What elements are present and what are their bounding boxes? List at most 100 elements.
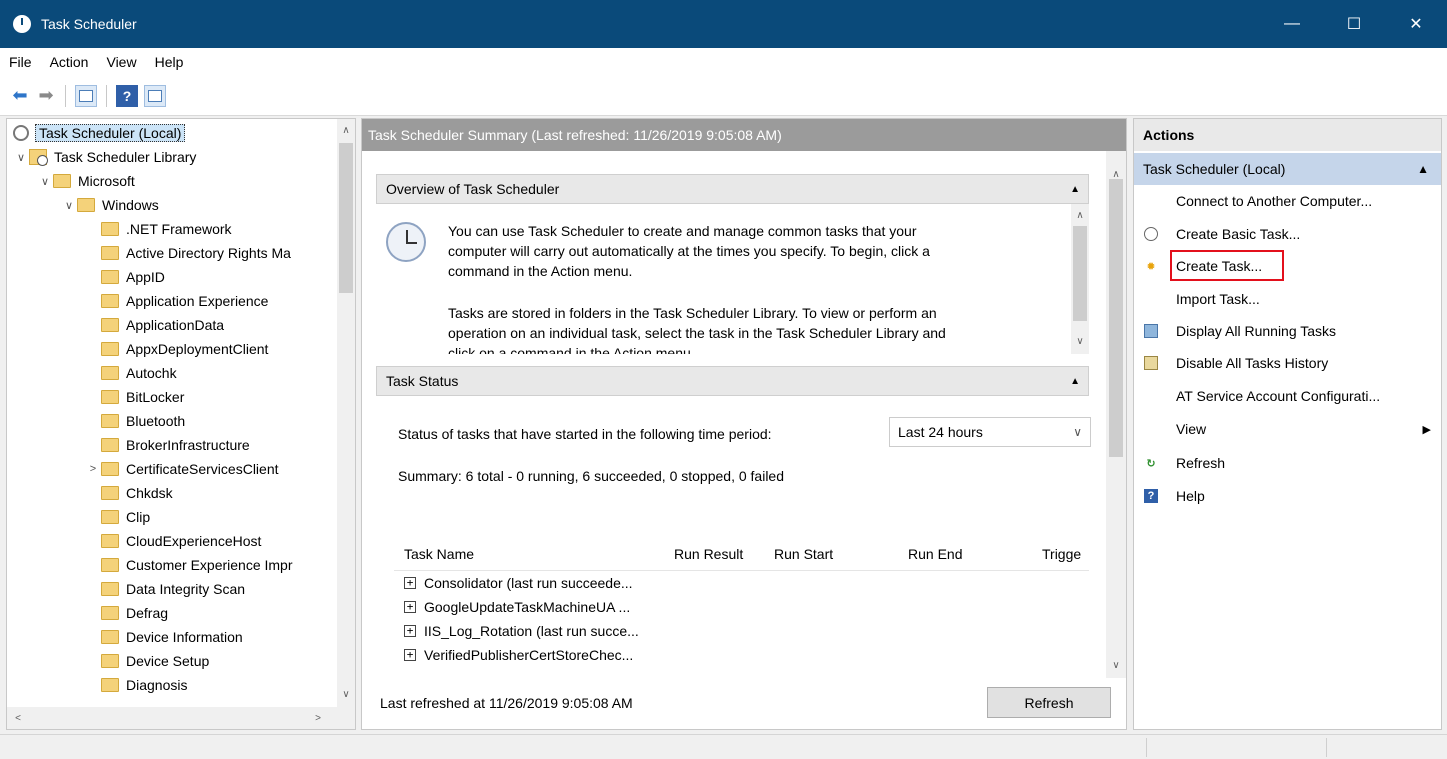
table-row[interactable]: + Consolidator (last run succeede... <box>404 571 633 595</box>
tree-vertical-scrollbar[interactable]: ∧ ∨ <box>337 119 355 707</box>
scroll-thumb[interactable] <box>1109 179 1123 457</box>
tree-item-label: AppxDeploymentClient <box>126 341 269 357</box>
tree-item[interactable]: Clip <box>7 505 337 529</box>
menu-file[interactable]: File <box>0 54 41 70</box>
minimize-button[interactable]: — <box>1261 0 1323 48</box>
scroll-left-arrow-icon[interactable]: < <box>9 709 27 727</box>
table-row[interactable]: + IIS_Log_Rotation (last run succe... <box>404 619 639 643</box>
collapse-arrow-icon[interactable]: ▲ <box>1070 376 1080 387</box>
expand-plus-icon[interactable]: + <box>404 625 416 637</box>
scroll-down-arrow-icon[interactable]: ∨ <box>337 685 355 703</box>
tree-item-label: ApplicationData <box>126 317 225 333</box>
tree-item[interactable]: Task Scheduler (Local) <box>7 121 337 145</box>
expand-plus-icon[interactable]: + <box>404 577 416 589</box>
tree-item[interactable]: Customer Experience Impr <box>7 553 337 577</box>
action-view[interactable]: View ▶ <box>1134 413 1441 445</box>
refresh-button[interactable]: Refresh <box>987 687 1111 718</box>
action-disable-tasks-history[interactable]: Disable All Tasks History <box>1134 347 1441 379</box>
column-run-result[interactable]: Run Result <box>674 546 743 562</box>
tree-item-label: BrokerInfrastructure <box>126 437 250 453</box>
menu-help[interactable]: Help <box>146 54 193 70</box>
tree-item[interactable]: BrokerInfrastructure <box>7 433 337 457</box>
column-trigger[interactable]: Trigge <box>1042 546 1081 562</box>
tree-item[interactable]: Device Information <box>7 625 337 649</box>
column-run-end[interactable]: Run End <box>908 546 962 562</box>
tree-item[interactable]: Data Integrity Scan <box>7 577 337 601</box>
collapse-arrow-icon[interactable]: ▲ <box>1070 184 1080 195</box>
folder-icon <box>77 198 95 212</box>
table-row[interactable]: + VerifiedPublisherCertStoreChec... <box>404 643 633 667</box>
tree-item[interactable]: Diagnosis <box>7 673 337 697</box>
actions-group-header[interactable]: Task Scheduler (Local) ▲ <box>1134 153 1441 185</box>
action-connect-another-computer[interactable]: Connect to Another Computer... <box>1134 185 1441 217</box>
overview-scrollbar[interactable]: ∧ ∨ <box>1071 204 1089 354</box>
overview-paragraph-2: Tasks are stored in folders in the Task … <box>448 303 1058 354</box>
show-hide-console-tree-icon[interactable] <box>75 84 97 107</box>
tree-item[interactable]: .NET Framework <box>7 217 337 241</box>
status-divider <box>1326 738 1327 757</box>
tree-item[interactable]: Application Experience <box>7 289 337 313</box>
tree-item[interactable]: Chkdsk <box>7 481 337 505</box>
tree-horizontal-scrollbar[interactable]: < > <box>7 707 355 729</box>
tree-item[interactable]: CloudExperienceHost <box>7 529 337 553</box>
scroll-thumb[interactable] <box>1073 226 1087 321</box>
collapse-triangle-icon[interactable]: ▲ <box>1417 162 1429 176</box>
actions-title: Actions <box>1134 119 1441 151</box>
tree-item[interactable]: ∨ Task Scheduler Library <box>7 145 337 169</box>
overview-section-header[interactable]: Overview of Task Scheduler ▲ <box>376 174 1089 204</box>
column-task-name[interactable]: Task Name <box>404 546 474 562</box>
toolbar: ⬅ ➡ ? <box>0 76 1447 116</box>
scroll-right-arrow-icon[interactable]: > <box>309 709 327 727</box>
action-create-basic-task[interactable]: Create Basic Task... <box>1134 218 1441 250</box>
tree-expander-icon[interactable]: ∨ <box>37 175 53 188</box>
close-button[interactable]: ✕ <box>1385 0 1447 48</box>
scroll-up-arrow-icon[interactable]: ∧ <box>337 121 355 139</box>
tree-item[interactable]: ∨ Microsoft <box>7 169 337 193</box>
tree-item[interactable]: BitLocker <box>7 385 337 409</box>
column-run-start[interactable]: Run Start <box>774 546 833 562</box>
time-period-select[interactable]: Last 24 hours ∨ <box>889 417 1091 447</box>
console-tree: Task Scheduler (Local) ∨ Task Scheduler Li… <box>7 121 337 697</box>
scroll-down-arrow-icon[interactable]: ∨ <box>1071 332 1089 350</box>
back-arrow-icon[interactable]: ⬅ <box>10 85 30 105</box>
action-display-running-tasks[interactable]: Display All Running Tasks <box>1134 315 1441 347</box>
library-folder-icon <box>29 149 48 166</box>
tree-item[interactable]: Active Directory Rights Ma <box>7 241 337 265</box>
action-import-task[interactable]: Import Task... <box>1134 283 1441 315</box>
forward-arrow-icon[interactable]: ➡ <box>36 85 56 105</box>
tree-item[interactable]: > CertificateServicesClient <box>7 457 337 481</box>
tree-item[interactable]: ∨ Windows <box>7 193 337 217</box>
scroll-up-arrow-icon[interactable]: ∧ <box>1071 206 1089 224</box>
scroll-down-arrow-icon[interactable]: ∨ <box>1107 656 1125 674</box>
tree-expander-icon[interactable]: ∨ <box>13 151 29 164</box>
scroll-thumb[interactable] <box>339 143 353 293</box>
tree-expander-icon[interactable]: ∨ <box>61 199 77 212</box>
table-row[interactable]: + GoogleUpdateTaskMachineUA ... <box>404 595 630 619</box>
help-icon[interactable]: ? <box>116 84 138 107</box>
task-status-section-header[interactable]: Task Status ▲ <box>376 366 1089 396</box>
tree-item[interactable]: Device Setup <box>7 649 337 673</box>
folder-icon <box>101 534 119 548</box>
tree-item-label: CertificateServicesClient <box>126 461 279 477</box>
folder-icon <box>101 414 119 428</box>
tree-item[interactable]: ApplicationData <box>7 313 337 337</box>
action-help[interactable]: ? Help <box>1134 480 1441 512</box>
folder-icon <box>101 486 119 500</box>
summary-pane: Task Scheduler Summary (Last refreshed: … <box>361 118 1127 730</box>
menu-action[interactable]: Action <box>41 54 98 70</box>
tree-item[interactable]: AppxDeploymentClient <box>7 337 337 361</box>
summary-scrollbar[interactable]: ∧ ∨ <box>1106 151 1126 678</box>
show-hide-action-pane-icon[interactable] <box>144 84 166 107</box>
tree-item[interactable]: Autochk <box>7 361 337 385</box>
expand-plus-icon[interactable]: + <box>404 649 416 661</box>
tree-expander-icon[interactable]: > <box>85 463 101 475</box>
action-at-service-account[interactable]: AT Service Account Configurati... <box>1134 380 1441 412</box>
maximize-button[interactable]: ☐ <box>1323 0 1385 48</box>
expand-plus-icon[interactable]: + <box>404 601 416 613</box>
tree-item-label: CloudExperienceHost <box>126 533 262 549</box>
tree-item[interactable]: Bluetooth <box>7 409 337 433</box>
menu-view[interactable]: View <box>97 54 145 70</box>
tree-item[interactable]: AppID <box>7 265 337 289</box>
action-refresh[interactable]: ↻ Refresh <box>1134 447 1441 479</box>
tree-item[interactable]: Defrag <box>7 601 337 625</box>
